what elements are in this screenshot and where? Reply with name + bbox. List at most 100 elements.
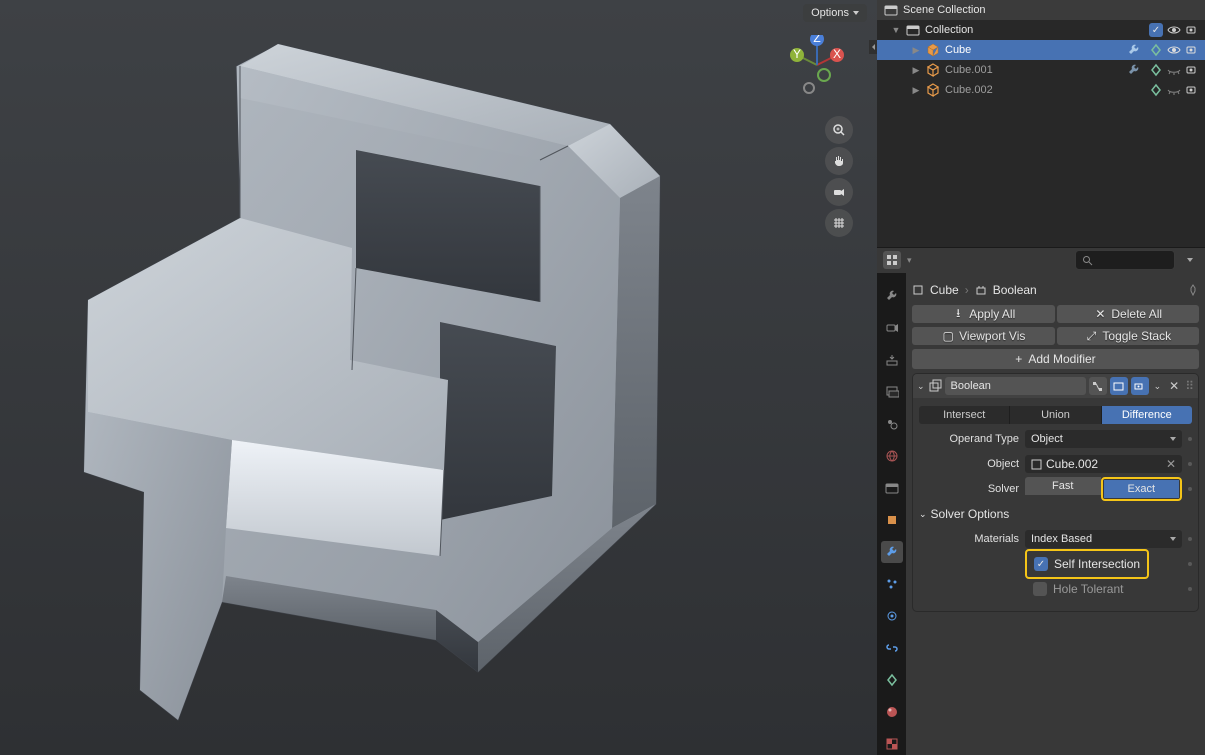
- hole-tolerant-label: Hole Tolerant: [1053, 582, 1124, 596]
- keyframe-dot[interactable]: [1188, 562, 1192, 566]
- object-picker[interactable]: Cube.002 ✕: [1025, 455, 1182, 473]
- render-icon[interactable]: [1185, 43, 1199, 57]
- toggle-stack-button[interactable]: ⤢Toggle Stack: [1057, 327, 1200, 345]
- add-modifier-button[interactable]: +Add Modifier: [912, 349, 1199, 369]
- mode-union[interactable]: Union: [1009, 406, 1100, 424]
- drag-handle-icon[interactable]: ⠿: [1185, 379, 1194, 393]
- tab-object[interactable]: [881, 509, 903, 531]
- show-viewport-toggle[interactable]: [1110, 377, 1128, 395]
- keyframe-dot[interactable]: [1188, 587, 1192, 591]
- expand-toggle[interactable]: ▶: [911, 65, 921, 76]
- self-intersection-label: Self Intersection: [1054, 557, 1140, 571]
- boolean-mode-toggle[interactable]: Intersect Union Difference: [919, 406, 1192, 424]
- object-icon: [912, 284, 924, 296]
- show-render-toggle[interactable]: [1131, 377, 1149, 395]
- keyframe-dot[interactable]: [1188, 462, 1192, 466]
- tab-constraints[interactable]: [881, 637, 903, 659]
- tab-texture[interactable]: [881, 733, 903, 755]
- item-label: Cube: [945, 44, 1117, 56]
- keyframe-dot[interactable]: [1188, 487, 1192, 491]
- clear-object[interactable]: ✕: [1166, 457, 1176, 471]
- render-icon[interactable]: [1185, 83, 1199, 97]
- properties-search[interactable]: [1075, 250, 1175, 270]
- tab-render[interactable]: [881, 317, 903, 339]
- tab-collection[interactable]: [881, 477, 903, 499]
- keyframe-dot[interactable]: [1188, 537, 1192, 541]
- outliner-collection[interactable]: ▼ Collection ✓: [877, 20, 1205, 40]
- tab-viewlayer[interactable]: [881, 381, 903, 403]
- right-panel: Scene Collection ▼ Collection ✓ ▶ Cube: [877, 0, 1205, 755]
- outliner-scene-collection[interactable]: Scene Collection: [877, 0, 1205, 20]
- materials-label: Materials: [919, 533, 1019, 545]
- visibility-hidden-icon[interactable]: [1167, 83, 1181, 97]
- render-icon[interactable]: [1185, 63, 1199, 77]
- mode-intersect[interactable]: Intersect: [919, 406, 1009, 424]
- tab-modifiers[interactable]: [881, 541, 903, 563]
- item-label: Cube.001: [945, 64, 1117, 76]
- expand-toggle[interactable]: ▶: [911, 85, 921, 96]
- collapse-toggle[interactable]: ⌄: [917, 381, 925, 392]
- tab-material[interactable]: [881, 701, 903, 723]
- outliner[interactable]: Scene Collection ▼ Collection ✓ ▶ Cube: [877, 0, 1205, 247]
- collection-label: Collection: [925, 24, 1145, 36]
- boolean-icon: [928, 379, 942, 393]
- wrench-icon[interactable]: [1127, 43, 1141, 57]
- use-nodes-toggle[interactable]: [1089, 377, 1107, 395]
- tab-output[interactable]: [881, 349, 903, 371]
- object-label: Object: [919, 458, 1019, 470]
- visibility-icon[interactable]: [1167, 43, 1181, 57]
- delete-all-button[interactable]: ✕Delete All: [1057, 305, 1200, 323]
- materials-dropdown[interactable]: Index Based: [1025, 530, 1182, 548]
- breadcrumb-object[interactable]: Cube: [930, 283, 959, 297]
- tab-tool[interactable]: [881, 285, 903, 307]
- expand-toggle[interactable]: ▼: [891, 25, 901, 35]
- object-value: Cube.002: [1046, 457, 1098, 471]
- verts-icon[interactable]: [1149, 83, 1163, 97]
- operand-type-dropdown[interactable]: Object: [1025, 430, 1182, 448]
- viewport-vis-button[interactable]: ▢Viewport Vis: [912, 327, 1055, 345]
- outliner-item-cube[interactable]: ▶ Cube: [877, 40, 1205, 60]
- object-icon: [1031, 459, 1042, 470]
- tab-scene[interactable]: [881, 413, 903, 435]
- verts-icon[interactable]: [1149, 63, 1163, 77]
- tab-physics[interactable]: [881, 605, 903, 627]
- solver-toggle[interactable]: Fast Exact: [1025, 477, 1182, 501]
- solver-exact[interactable]: Exact: [1104, 480, 1180, 498]
- solver-fast[interactable]: Fast: [1025, 477, 1101, 495]
- visibility-hidden-icon[interactable]: [1167, 63, 1181, 77]
- rendered-mesh: [0, 0, 877, 755]
- scene-collection-label: Scene Collection: [903, 4, 1199, 16]
- mode-difference[interactable]: Difference: [1101, 406, 1192, 424]
- modifier-properties-panel: Cube › Boolean ⭳Apply All ✕Delete All ▢V…: [906, 273, 1205, 755]
- expand-toggle[interactable]: ▶: [911, 45, 921, 56]
- verts-icon[interactable]: [1149, 43, 1163, 57]
- properties-editor-type[interactable]: [883, 251, 901, 269]
- filter-dropdown[interactable]: [1181, 251, 1199, 269]
- properties-header: ▾: [877, 247, 1205, 273]
- modifier-icon: [975, 284, 987, 296]
- scene-collection-icon: [883, 2, 899, 18]
- render-icon[interactable]: [1185, 23, 1199, 37]
- extras-dropdown[interactable]: ⌄: [1152, 381, 1164, 392]
- hole-tolerant-checkbox[interactable]: [1033, 582, 1047, 596]
- keyframe-dot[interactable]: [1188, 437, 1192, 441]
- breadcrumb: Cube › Boolean: [912, 279, 1199, 301]
- close-modifier[interactable]: ✕: [1166, 379, 1182, 393]
- outliner-item-cube001[interactable]: ▶ Cube.001: [877, 60, 1205, 80]
- outliner-item-cube002[interactable]: ▶ Cube.002: [877, 80, 1205, 100]
- breadcrumb-modifier[interactable]: Boolean: [993, 283, 1037, 297]
- tab-data[interactable]: [881, 669, 903, 691]
- solver-options-header[interactable]: ⌄ Solver Options: [919, 504, 1192, 524]
- viewport-3d[interactable]: Options X Y Z: [0, 0, 877, 755]
- pin-icon[interactable]: [1187, 284, 1199, 296]
- item-label: Cube.002: [945, 84, 1139, 96]
- visibility-icon[interactable]: [1167, 23, 1181, 37]
- modifier-name-field[interactable]: Boolean: [945, 377, 1086, 395]
- collection-exclude-checkbox[interactable]: ✓: [1149, 23, 1163, 37]
- self-intersection-checkbox[interactable]: ✓: [1034, 557, 1048, 571]
- tab-particles[interactable]: [881, 573, 903, 595]
- tab-world[interactable]: [881, 445, 903, 467]
- apply-all-button[interactable]: ⭳Apply All: [912, 305, 1055, 323]
- wrench-icon[interactable]: [1127, 63, 1141, 77]
- boolean-modifier-panel: ⌄ Boolean ⌄ ✕ ⠿ Intersect Union Differen…: [912, 373, 1199, 612]
